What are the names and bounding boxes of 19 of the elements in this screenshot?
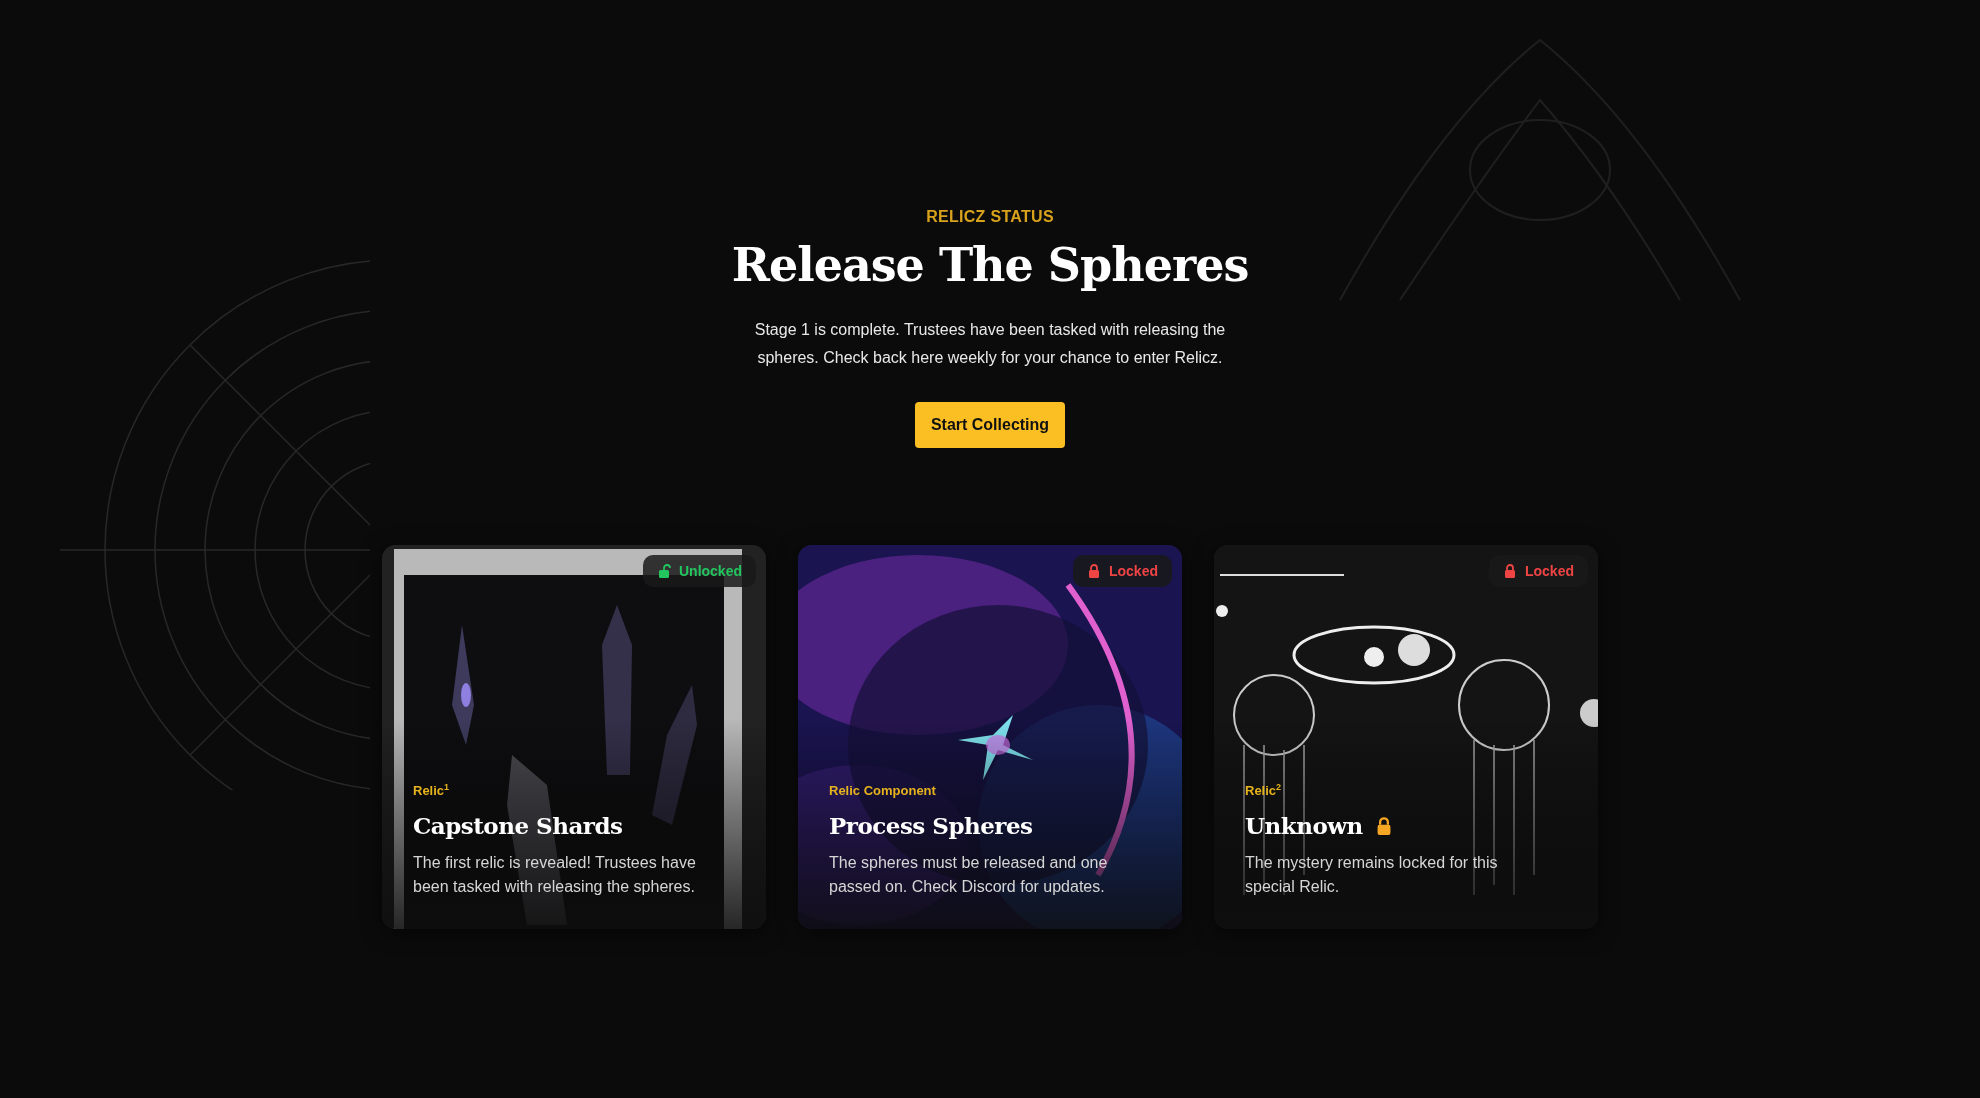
status-label: Locked: [1109, 563, 1158, 579]
start-collecting-button[interactable]: Start Collecting: [914, 402, 1066, 448]
page-description: Stage 1 is complete. Trustees have been tasked with releasing the spheres. Check back here weekly for your chance to enter Relicz.: [753, 320, 1227, 368]
padlock-icon: [1087, 564, 1101, 578]
card-title: Capstone Shards: [413, 812, 623, 839]
padlock-icon: [1503, 564, 1517, 578]
card-title: Process Spheres: [829, 812, 1033, 839]
card-title: Unknown: [1245, 812, 1363, 839]
card-description: The first relic is revealed! Trustees have been tasked with releasing the spheres.: [413, 853, 697, 897]
page-title: Release The Spheres: [731, 238, 1249, 292]
section-eyebrow: RELICZ STATUS: [926, 208, 1054, 226]
card-category: Relic Component: [829, 783, 937, 798]
status-label: Locked: [1525, 563, 1574, 579]
card-category: Relic$^{2}$: [1245, 781, 1283, 798]
card-category: Relic$^{1}$: [413, 781, 451, 798]
card-description: The mystery remains locked for this special Relic.: [1245, 853, 1499, 897]
card-description: The spheres must be released and one passed on. Check Discord for updates.: [829, 853, 1109, 897]
status-label: Unlocked: [679, 563, 742, 579]
unlocked-padlock-icon: [657, 564, 671, 578]
